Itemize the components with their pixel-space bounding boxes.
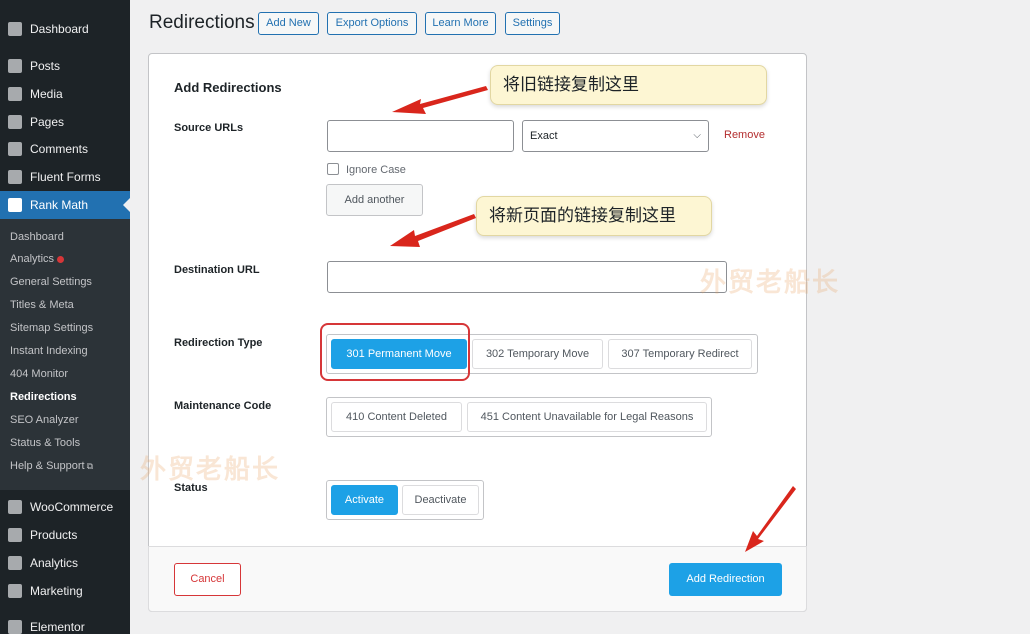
- arrow-to-destination-icon: [390, 214, 476, 247]
- arrow-to-submit-icon: [745, 486, 796, 552]
- arrow-to-source-icon: [392, 86, 488, 114]
- annotation-arrows: [390, 86, 796, 552]
